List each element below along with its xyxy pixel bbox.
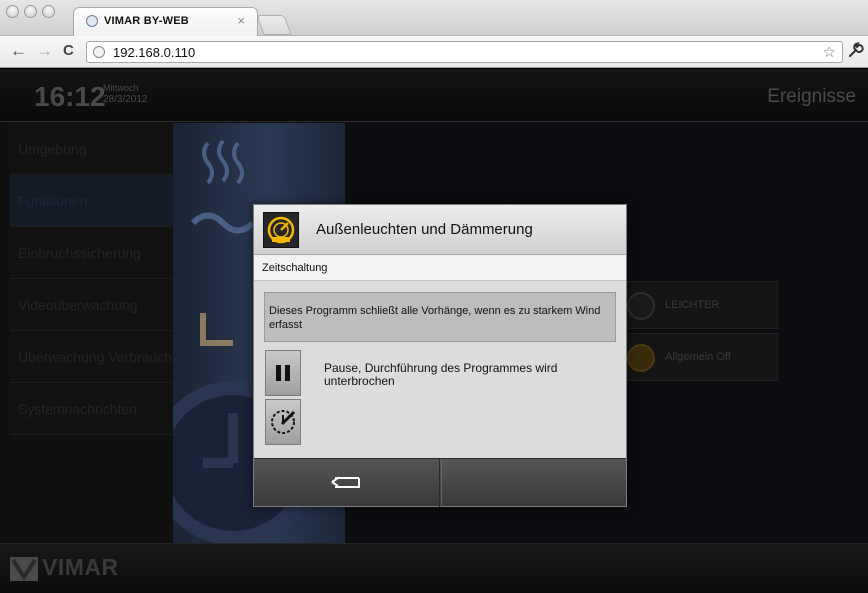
- clock: 16:12: [34, 81, 106, 112]
- sidebar-item-einbruchssicherung[interactable]: Einbruchssicherung: [10, 227, 173, 279]
- sidebar: Umgebung Funktionen Einbruchssicherung V…: [10, 123, 173, 543]
- minimize-window-button[interactable]: [24, 5, 37, 18]
- browser-tab[interactable]: VIMAR BY-WEB ×: [73, 7, 258, 37]
- back-arrow-icon[interactable]: ←: [10, 42, 27, 60]
- tab-close-icon[interactable]: ×: [237, 13, 245, 28]
- zoom-window-button[interactable]: [42, 5, 55, 18]
- sidebar-item-umgebung[interactable]: Umgebung: [10, 123, 173, 175]
- sidebar-item-funktionen[interactable]: Funktionen: [10, 175, 173, 227]
- secondary-footer-button[interactable]: [441, 459, 626, 507]
- url-text[interactable]: 192.168.0.110: [113, 45, 195, 60]
- forward-arrow-icon[interactable]: →: [36, 42, 53, 60]
- vimar-logo-icon: [10, 557, 38, 581]
- dialog-title: Außenleuchten und Dämmerung: [316, 221, 533, 238]
- dialog-footer: [254, 458, 626, 507]
- gauge-icon: [627, 344, 655, 372]
- new-tab-button[interactable]: [256, 15, 292, 35]
- program-dialog: Außenleuchten und Dämmerung Zeitschaltun…: [253, 204, 627, 507]
- back-button[interactable]: [254, 459, 440, 507]
- browser-toolbar: ← → C 192.168.0.110 ☆: [0, 36, 868, 68]
- browser-tab-bar: VIMAR BY-WEB ×: [0, 0, 868, 37]
- dialog-header: Außenleuchten und Dämmerung: [254, 205, 626, 255]
- brand-name: VIMAR: [42, 554, 119, 580]
- close-window-button[interactable]: [6, 5, 19, 18]
- sidebar-item-verbrauch[interactable]: Überwachung Verbrauch: [10, 331, 173, 383]
- bookmark-star-icon[interactable]: ☆: [823, 43, 836, 61]
- timer-edit-icon: [271, 410, 296, 434]
- tab-title: VIMAR BY-WEB: [104, 15, 189, 27]
- app-header: 16:12 Mittwoch 28/3/2012 Ereignisse: [0, 69, 868, 122]
- app-footer: VIMAR: [0, 543, 868, 593]
- gauge-icon: [263, 212, 299, 248]
- reload-icon[interactable]: C: [63, 42, 74, 60]
- pause-icon: [276, 365, 290, 381]
- globe-icon: [86, 15, 98, 27]
- date: 28/3/2012: [103, 94, 148, 105]
- gauge-icon: [627, 292, 655, 320]
- edit-schedule-button[interactable]: [265, 399, 301, 445]
- program-description: Dieses Programm schließt alle Vorhänge, …: [264, 292, 616, 342]
- tile-leichter[interactable]: LEICHTER: [618, 281, 778, 329]
- page-info-icon[interactable]: [93, 46, 105, 58]
- pause-description: Pause, Durchführung des Programmes wird …: [324, 361, 558, 388]
- sidebar-item-videoueberwachung[interactable]: Videoüberwachung: [10, 279, 173, 331]
- pause-button[interactable]: [265, 350, 301, 396]
- sidebar-item-systemnachrichten[interactable]: Systemnachrichten: [10, 383, 173, 435]
- tile-label: LEICHTER: [665, 299, 720, 311]
- address-bar[interactable]: 192.168.0.110 ☆: [86, 41, 843, 63]
- tile-allgemein-off[interactable]: Allgemein Off: [618, 333, 778, 381]
- wrench-menu-icon[interactable]: [848, 42, 864, 63]
- dialog-subtitle: Zeitschaltung: [254, 255, 626, 281]
- tile-label: Allgemein Off: [665, 351, 731, 363]
- events-button[interactable]: Ereignisse: [767, 86, 856, 108]
- weekday: Mittwoch: [103, 83, 139, 93]
- return-arrow-icon: [331, 477, 360, 488]
